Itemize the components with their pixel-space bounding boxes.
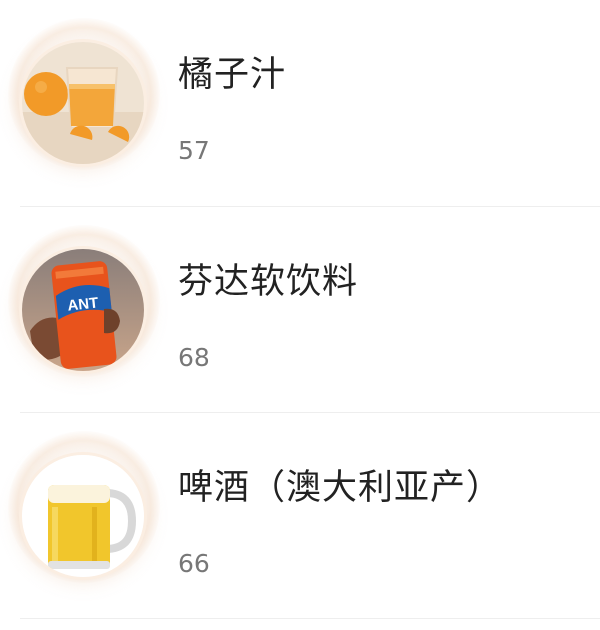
orange-juice-avatar — [22, 42, 144, 164]
orange-juice-icon — [22, 42, 144, 164]
drink-list: 橘子汁 57 ANT 芬达软饮料 68 啤酒（澳大利亚产） 66 — [0, 0, 600, 630]
list-item[interactable]: ANT 芬达软饮料 68 — [0, 207, 600, 413]
item-count: 68 — [178, 343, 210, 372]
svg-text:ANT: ANT — [67, 294, 99, 314]
list-item[interactable]: 啤酒（澳大利亚产） 66 — [0, 413, 600, 619]
divider — [20, 618, 600, 619]
list-item[interactable]: 橘子汁 57 — [0, 0, 600, 206]
beer-avatar — [22, 455, 144, 577]
item-count: 57 — [178, 136, 210, 165]
fanta-avatar: ANT — [22, 249, 144, 371]
divider — [20, 206, 600, 207]
item-count: 66 — [178, 549, 210, 578]
item-name: 芬达软饮料 — [178, 262, 359, 302]
item-name: 橘子汁 — [178, 55, 287, 95]
fanta-can-icon: ANT — [22, 249, 144, 371]
divider — [20, 412, 600, 413]
beer-mug-icon — [22, 455, 144, 577]
item-name: 啤酒（澳大利亚产） — [178, 468, 503, 508]
